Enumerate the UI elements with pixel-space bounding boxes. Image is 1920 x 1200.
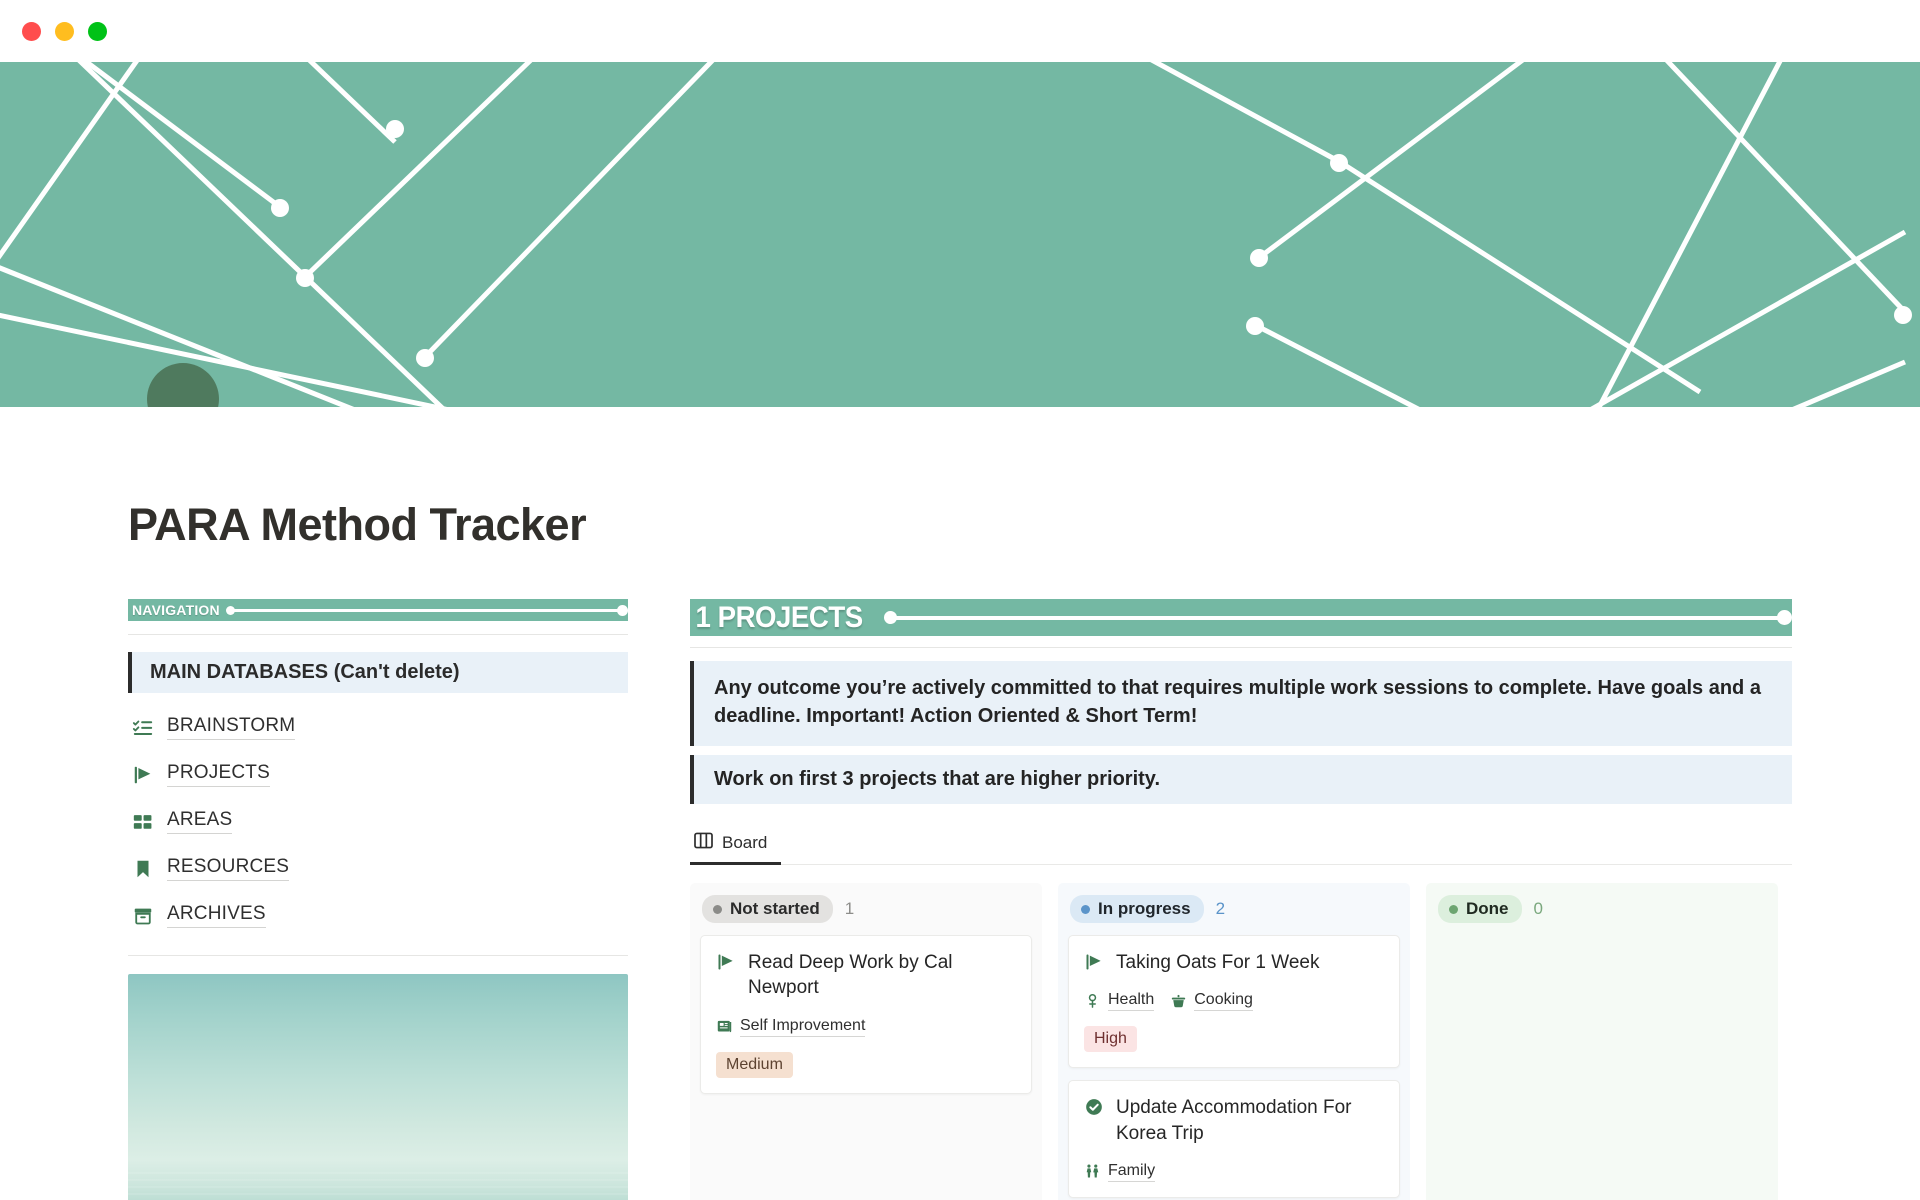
card-relations: Health Cooking bbox=[1084, 991, 1384, 1012]
relation-label: Health bbox=[1108, 991, 1155, 1012]
card-title: Read Deep Work by Cal Newport bbox=[748, 952, 953, 999]
column-header[interactable]: Not started 1 bbox=[700, 893, 1032, 924]
tab-label: Board bbox=[722, 833, 768, 853]
main-databases-heading: MAIN DATABASES (Can't delete) bbox=[128, 652, 628, 693]
relation-chip[interactable]: Self Improvement bbox=[716, 1017, 866, 1037]
column-count: 1 bbox=[844, 899, 855, 919]
priority-tag: Medium bbox=[716, 1051, 793, 1078]
sidebar-item-brainstorm[interactable]: BRAINSTORM bbox=[128, 715, 628, 740]
card-title: Update Accommodation For Korea Trip bbox=[1116, 1097, 1352, 1144]
tab-board[interactable]: Board bbox=[690, 828, 782, 866]
status-badge[interactable]: Not started bbox=[702, 895, 833, 924]
family-icon bbox=[1084, 1163, 1101, 1180]
book-icon bbox=[716, 1018, 733, 1035]
page-cover-banner[interactable] bbox=[0, 62, 1920, 407]
bookmark-icon bbox=[132, 858, 154, 880]
window-titlebar bbox=[0, 0, 1920, 62]
flag-icon bbox=[1084, 952, 1104, 972]
board-card[interactable]: Taking Oats For 1 Week Health Cooking Hi… bbox=[1068, 935, 1400, 1069]
rule-start-dot bbox=[883, 611, 897, 624]
board-card[interactable]: Update Accommodation For Korea Trip Fami… bbox=[1068, 1080, 1400, 1198]
card-relations: Self Improvement bbox=[716, 1017, 1016, 1037]
pot-icon bbox=[1170, 993, 1187, 1010]
page-title: PARA Method Tracker bbox=[128, 499, 587, 550]
column-header[interactable]: Done 0 bbox=[1436, 893, 1768, 924]
column-count: 2 bbox=[1215, 899, 1226, 919]
projects-section-bar: 1 PROJECTS bbox=[690, 599, 1792, 636]
close-button[interactable] bbox=[22, 21, 41, 41]
board-column-in-progress: In progress 2 Taking Oats For 1 Week Hea… bbox=[1058, 883, 1410, 1200]
board-column-not-started: Not started 1 Read Deep Work by Cal Newp… bbox=[690, 883, 1042, 1200]
minimize-button[interactable] bbox=[55, 21, 74, 41]
card-title-row: Taking Oats For 1 Week bbox=[1084, 950, 1384, 975]
sidebar-item-label: BRAINSTORM bbox=[167, 715, 296, 740]
network-pattern-graphic bbox=[0, 62, 1912, 407]
card-title: Taking Oats For 1 Week bbox=[1116, 952, 1320, 974]
card-title-row: Read Deep Work by Cal Newport bbox=[716, 950, 1016, 1001]
relation-chip[interactable]: Cooking bbox=[1170, 991, 1253, 1012]
health-icon bbox=[1084, 993, 1101, 1010]
status-dot-icon bbox=[1449, 904, 1458, 914]
sidebar-column: NAVIGATION MAIN DATABASES (Can't delete) bbox=[128, 599, 628, 1200]
sidebar-item-projects[interactable]: PROJECTS bbox=[128, 762, 628, 787]
board-view-icon bbox=[694, 832, 713, 854]
relation-chip[interactable]: Health bbox=[1084, 991, 1155, 1012]
column-count: 0 bbox=[1533, 899, 1543, 919]
relation-chip[interactable]: Family bbox=[1084, 1162, 1156, 1182]
sidebar-item-resources[interactable]: RESOURCES bbox=[128, 856, 628, 881]
projects-divider bbox=[690, 647, 1792, 648]
sidebar-item-label: PROJECTS bbox=[167, 762, 270, 787]
sidebar-decorative-image bbox=[128, 974, 628, 1200]
checklist-icon bbox=[132, 717, 154, 739]
projects-bar-rule bbox=[883, 607, 1792, 629]
navigation-bar-rule bbox=[225, 599, 628, 621]
status-badge[interactable]: Done bbox=[1438, 895, 1522, 924]
board-card[interactable]: Read Deep Work by Cal Newport Self Impro… bbox=[700, 935, 1032, 1094]
status-dot-icon bbox=[1081, 904, 1090, 914]
relation-label: Cooking bbox=[1194, 991, 1253, 1012]
status-label: Not started bbox=[730, 899, 820, 919]
flag-icon bbox=[132, 764, 154, 786]
sidebar-item-label: RESOURCES bbox=[167, 856, 290, 881]
check-circle-icon bbox=[1084, 1097, 1104, 1117]
card-title-row: Update Accommodation For Korea Trip bbox=[1084, 1095, 1384, 1146]
navigation-divider bbox=[128, 634, 628, 635]
card-relations: Family bbox=[1084, 1162, 1384, 1182]
relation-label: Family bbox=[1108, 1162, 1156, 1182]
sidebar-item-label: AREAS bbox=[167, 809, 233, 834]
status-label: In progress bbox=[1098, 899, 1191, 919]
status-dot-icon bbox=[713, 904, 722, 914]
rule-end-dot bbox=[1777, 610, 1792, 625]
status-label: Done bbox=[1466, 899, 1509, 919]
callout-instruction: Work on first 3 projects that are higher… bbox=[690, 754, 1792, 805]
sidebar-divider bbox=[128, 955, 628, 956]
page-body: PARA Method Tracker NAVIGATION MAIN DATA… bbox=[0, 499, 1920, 1200]
rule-end-dot bbox=[617, 604, 628, 616]
column-header[interactable]: In progress 2 bbox=[1068, 893, 1400, 924]
kanban-board: Not started 1 Read Deep Work by Cal Newp… bbox=[690, 883, 1792, 1200]
projects-section-label: 1 PROJECTS bbox=[695, 600, 864, 634]
page-columns: NAVIGATION MAIN DATABASES (Can't delete) bbox=[0, 599, 1920, 1200]
board-column-done: Done 0 bbox=[1426, 883, 1778, 1200]
flag-icon bbox=[716, 952, 736, 972]
maximize-button[interactable] bbox=[88, 21, 107, 41]
status-badge[interactable]: In progress bbox=[1070, 895, 1204, 924]
sidebar-item-label: ARCHIVES bbox=[167, 903, 266, 928]
navigation-section-label: NAVIGATION bbox=[132, 602, 220, 618]
navigation-section-bar: NAVIGATION bbox=[128, 599, 628, 621]
view-tabs: Board bbox=[690, 828, 1792, 866]
callout-definition: Any outcome you’re actively committed to… bbox=[690, 661, 1792, 746]
priority-tag: High bbox=[1084, 1026, 1137, 1053]
sidebar-item-archives[interactable]: ARCHIVES bbox=[128, 903, 628, 928]
main-column: 1 PROJECTS Any outcome you’re actively c… bbox=[690, 599, 1792, 1200]
sidebar-item-areas[interactable]: AREAS bbox=[128, 809, 628, 834]
grid-icon bbox=[132, 811, 154, 833]
archive-box-icon bbox=[132, 905, 154, 927]
relation-label: Self Improvement bbox=[740, 1017, 866, 1037]
